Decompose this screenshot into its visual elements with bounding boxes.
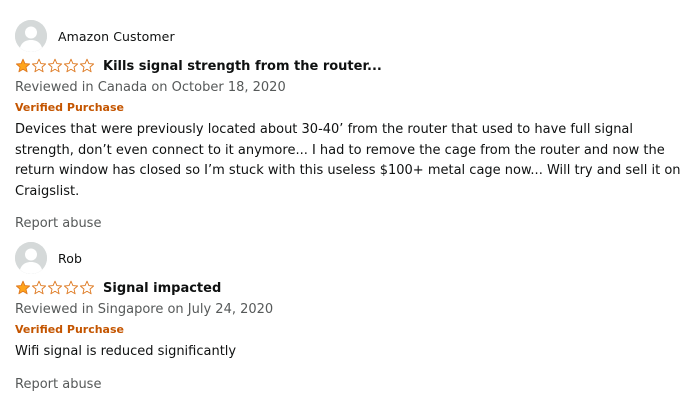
star-rating[interactable] [15,280,97,296]
star-empty-icon [31,280,47,295]
reviewer-name[interactable]: Rob [58,251,82,266]
review-item: Rob Signal impacted Reviewed in Singapor… [15,242,690,395]
star-filled-icon [15,280,31,295]
report-abuse-link[interactable]: Report abuse [15,214,690,234]
star-empty-icon [47,280,63,295]
star-filled-icon [15,58,31,73]
star-rating[interactable] [15,58,97,74]
star-empty-icon [63,58,79,73]
star-empty-icon [47,58,63,73]
default-avatar-icon [15,242,47,274]
verified-purchase-badge[interactable]: Verified Purchase [15,320,690,340]
review-item: Amazon Customer Kills signal strength fr… [15,20,690,234]
review-date: Reviewed in Canada on October 18, 2020 [15,80,286,95]
verified-purchase-badge[interactable]: Verified Purchase [15,98,690,118]
review-body: Wifi signal is reduced significantly [15,344,237,359]
reviewer-profile[interactable]: Rob [15,242,690,274]
reviewer-name[interactable]: Amazon Customer [58,29,175,44]
reviewer-profile[interactable]: Amazon Customer [15,20,690,52]
default-avatar-icon [15,20,47,52]
star-empty-icon [63,280,79,295]
review-body: Devices that were previously located abo… [15,122,681,199]
review-title[interactable]: Kills signal strength from the router... [103,59,382,74]
review-title[interactable]: Signal impacted [103,281,221,296]
star-empty-icon [79,58,95,73]
report-abuse-link[interactable]: Report abuse [15,375,690,395]
review-date: Reviewed in Singapore on July 24, 2020 [15,302,274,317]
star-empty-icon [79,280,95,295]
star-empty-icon [31,58,47,73]
